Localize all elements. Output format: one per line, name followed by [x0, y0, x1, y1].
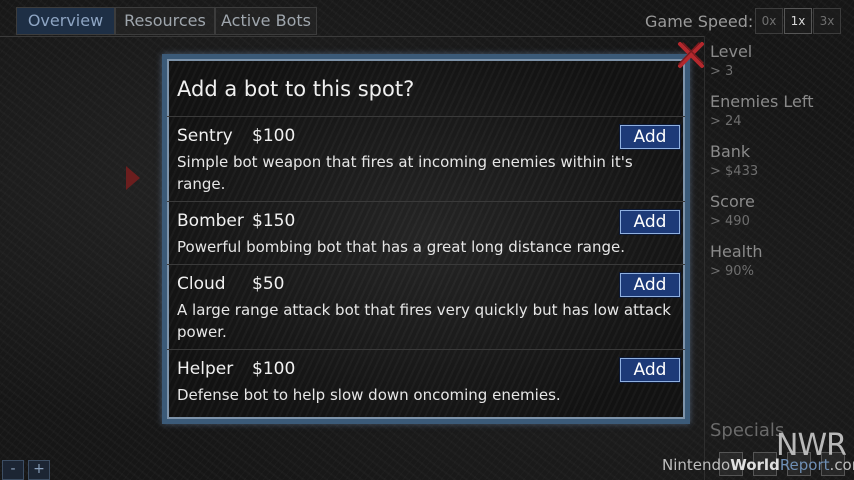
watermark-text: NintendoWorldReport.com [662, 456, 854, 474]
health-label: Health [710, 242, 763, 261]
enemies-left-value: > 24 [710, 114, 742, 129]
bot-price: $100 [252, 126, 296, 146]
bot-option-helper: Helper $100 Add Defense bot to help slow… [167, 349, 685, 420]
level-label: Level [710, 42, 753, 61]
stats-panel: Level > 3 Enemies Left > 24 Bank > $433 … [704, 36, 854, 480]
enemies-left-label: Enemies Left [710, 92, 814, 111]
top-bar: Overview Resources Active Bots [0, 0, 704, 37]
tab-active-bots[interactable]: Active Bots [215, 7, 317, 35]
bot-name: Cloud [177, 274, 226, 294]
placement-marker-icon [126, 166, 140, 190]
speed-3x-button[interactable]: 3x [813, 8, 841, 34]
zoom-out-button[interactable]: - [2, 460, 24, 480]
bot-price: $50 [252, 274, 285, 294]
zoom-in-button[interactable]: + [28, 460, 50, 480]
bot-name: Sentry [177, 126, 233, 146]
bot-name: Bomber [177, 211, 244, 231]
health-value: > 90% [710, 264, 754, 279]
tab-resources[interactable]: Resources [115, 7, 215, 35]
bot-description: Simple bot weapon that fires at incoming… [177, 153, 633, 193]
bot-option-sentry: Sentry $100 Add Simple bot weapon that f… [167, 116, 685, 202]
bank-value: > $433 [710, 164, 759, 179]
game-speed-label: Game Speed: [645, 12, 754, 31]
score-value: > 490 [710, 214, 750, 229]
dialog-title: Add a bot to this spot? [177, 77, 415, 101]
add-bot-dialog: Add a bot to this spot? Sentry $100 Add … [162, 54, 690, 424]
bot-name: Helper [177, 359, 234, 379]
bank-label: Bank [710, 142, 751, 161]
add-helper-button[interactable]: Add [620, 358, 680, 382]
bot-price: $100 [252, 359, 296, 379]
bot-description: Powerful bombing bot that has a great lo… [177, 238, 625, 256]
bot-description: Defense bot to help slow down oncoming e… [177, 386, 561, 404]
bot-option-bomber: Bomber $150 Add Powerful bombing bot tha… [167, 201, 685, 265]
speed-1x-button[interactable]: 1x [784, 8, 812, 34]
specials-label: Specials [710, 420, 785, 441]
level-value: > 3 [710, 64, 734, 79]
add-sentry-button[interactable]: Add [620, 125, 680, 149]
close-icon[interactable] [676, 40, 706, 70]
tab-overview[interactable]: Overview [16, 7, 115, 35]
speed-0x-button[interactable]: 0x [755, 8, 783, 34]
score-label: Score [710, 192, 755, 211]
bot-description: A large range attack bot that fires very… [177, 301, 671, 341]
bot-option-cloud: Cloud $50 Add A large range attack bot t… [167, 264, 685, 350]
add-cloud-button[interactable]: Add [620, 273, 680, 297]
add-bomber-button[interactable]: Add [620, 210, 680, 234]
bot-price: $150 [252, 211, 296, 231]
